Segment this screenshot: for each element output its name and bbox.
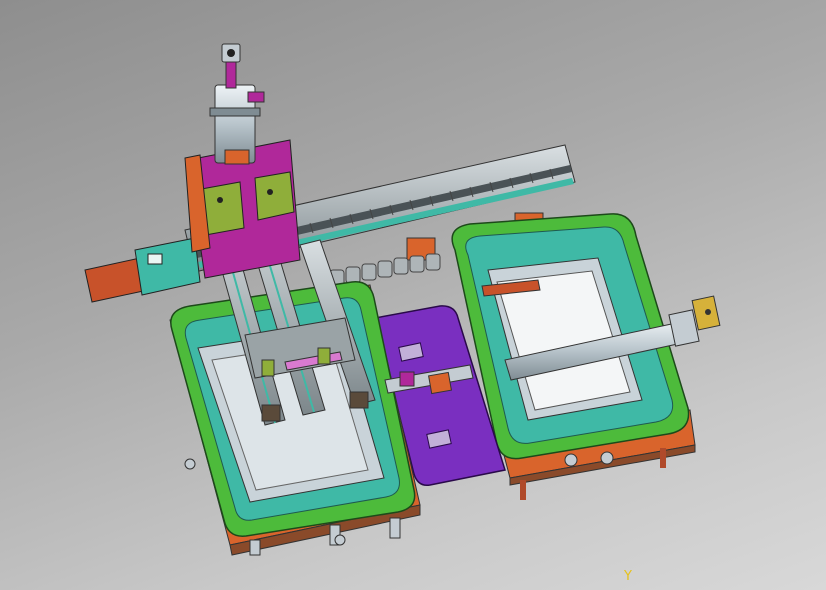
servo-motor [84, 237, 201, 303]
axis-triad-y-label: Y [624, 569, 632, 584]
vertical-cylinder [209, 43, 265, 165]
cable-drag-chain [329, 253, 441, 287]
cad-viewport[interactable] [0, 0, 826, 590]
